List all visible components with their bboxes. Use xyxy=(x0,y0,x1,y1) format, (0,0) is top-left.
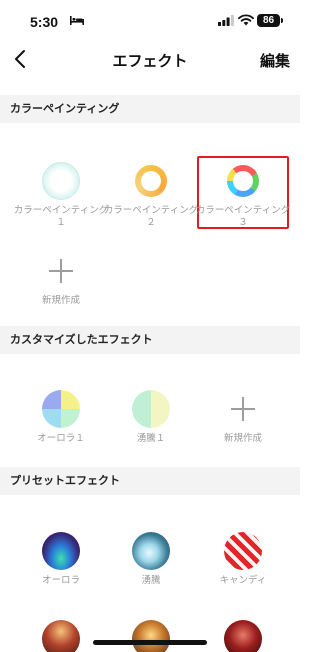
home-indicator xyxy=(93,640,207,645)
color-painting-2[interactable]: カラーペインティング２ xyxy=(103,162,199,229)
preset-item-6[interactable] xyxy=(195,620,291,652)
sleep-bed-icon xyxy=(70,16,84,25)
preset-candy-label: キャンディ xyxy=(219,575,267,586)
status-bar: 5:30 86 xyxy=(0,0,300,40)
custom-aurora-1[interactable]: オーロラ１ xyxy=(13,390,109,445)
edit-button[interactable]: 編集 xyxy=(260,50,290,71)
battery-indicator: 86 xyxy=(257,14,283,27)
custom-surge-1[interactable]: 湧騰１ xyxy=(103,390,199,445)
color-painting-1-thumbnail xyxy=(42,162,80,200)
color-painting-2-thumbnail xyxy=(132,162,170,200)
preset-aurora-label: オーロラ xyxy=(41,575,80,586)
color-painting-1[interactable]: カラーペインティング１ xyxy=(13,162,109,229)
custom-new-label: 新規作成 xyxy=(223,433,262,444)
color-painting-new[interactable]: 新規作成 xyxy=(13,252,109,307)
custom-aurora-1-thumbnail xyxy=(42,390,80,428)
preset-surge-thumbnail xyxy=(132,532,170,570)
preset-candy[interactable]: キャンディ xyxy=(195,532,291,587)
preset-item-4-thumbnail xyxy=(42,620,80,652)
preset-item-4[interactable] xyxy=(13,620,109,652)
status-time: 5:30 xyxy=(30,14,59,30)
custom-surge-1-label: 湧騰１ xyxy=(136,433,166,444)
color-painting-3-label: カラーペインティング３ xyxy=(195,205,291,228)
cellular-signal-icon xyxy=(218,15,234,26)
preset-surge-label: 湧騰 xyxy=(141,575,161,586)
custom-surge-1-thumbnail xyxy=(132,390,170,428)
custom-new[interactable]: 新規作成 xyxy=(195,390,291,445)
preset-item-6-thumbnail xyxy=(224,620,262,652)
page-title: エフェクト xyxy=(112,53,188,70)
section-header-custom: カスタマイズしたエフェクト xyxy=(0,326,300,354)
color-painting-3-thumbnail xyxy=(224,162,262,200)
nav-bar: エフェクト 編集 xyxy=(0,40,300,80)
color-painting-2-label: カラーペインティング２ xyxy=(103,205,199,228)
plus-icon xyxy=(42,252,80,290)
preset-aurora-thumbnail xyxy=(42,532,80,570)
custom-aurora-1-label: オーロラ１ xyxy=(37,433,85,444)
section-header-preset: プリセットエフェクト xyxy=(0,467,300,495)
section-header-color-painting: カラーペインティング xyxy=(0,95,300,123)
color-painting-3[interactable]: カラーペインティング３ xyxy=(195,162,291,229)
preset-item-5-thumbnail xyxy=(132,620,170,652)
preset-candy-thumbnail xyxy=(224,532,262,570)
color-painting-new-label: 新規作成 xyxy=(41,295,80,306)
color-painting-1-label: カラーペインティング１ xyxy=(13,205,109,228)
preset-aurora[interactable]: オーロラ xyxy=(13,532,109,587)
plus-icon xyxy=(224,390,262,428)
wifi-icon xyxy=(238,14,254,26)
preset-item-5[interactable] xyxy=(103,620,199,652)
preset-surge[interactable]: 湧騰 xyxy=(103,532,199,587)
